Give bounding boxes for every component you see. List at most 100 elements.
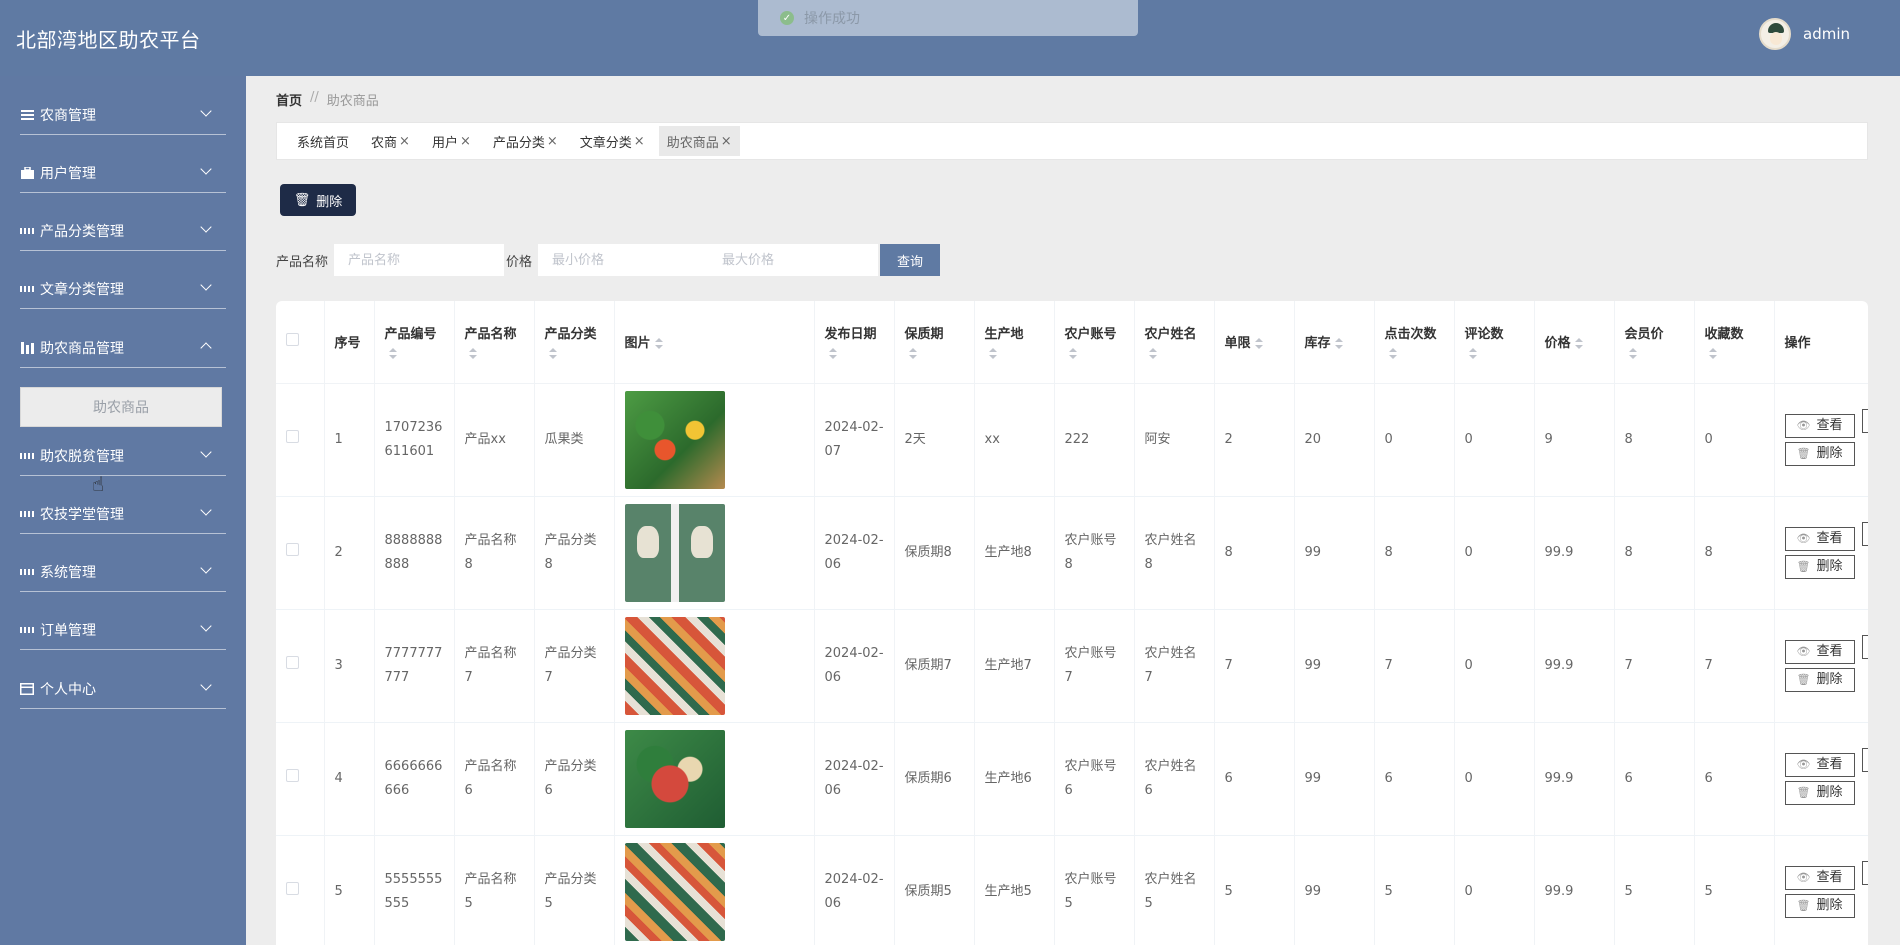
table-cell: 5555555555 xyxy=(374,835,455,945)
delete-button[interactable]: 🗑 删除 xyxy=(1784,554,1855,579)
sort-icon[interactable] xyxy=(388,348,397,360)
column-header[interactable]: 点击次数 xyxy=(1374,301,1455,384)
edit-button[interactable] xyxy=(1861,634,1868,659)
batch-delete-button[interactable]: 🗑 删除 xyxy=(280,184,356,216)
sidebar-item-poverty-relief[interactable]: 助农脱贫管理 xyxy=(20,436,226,476)
tab-farm-business[interactable]: 农商 × xyxy=(363,126,418,156)
column-header[interactable]: 会员价 xyxy=(1614,301,1695,384)
view-button[interactable]: 👁 查看 xyxy=(1784,752,1855,777)
product-name-input[interactable] xyxy=(334,244,505,276)
edit-button[interactable] xyxy=(1861,860,1868,885)
tab-products[interactable]: 助农商品 × xyxy=(658,126,740,156)
delete-button[interactable]: 🗑 删除 xyxy=(1784,893,1855,918)
column-header[interactable]: 单限 xyxy=(1214,301,1295,384)
column-header[interactable]: 评论数 xyxy=(1454,301,1535,384)
sidebar-item-product-category[interactable]: 产品分类管理 xyxy=(20,211,226,251)
product-image[interactable] xyxy=(624,390,725,489)
view-button[interactable]: 👁 查看 xyxy=(1784,526,1855,551)
sidebar-item-article-category[interactable]: 文章分类管理 xyxy=(20,269,226,309)
view-button[interactable]: 👁 查看 xyxy=(1784,413,1855,438)
edit-button[interactable] xyxy=(1861,408,1868,433)
column-header[interactable]: 产品编号 xyxy=(374,301,455,384)
sort-icon[interactable] xyxy=(1708,348,1717,360)
sidebar-item-users[interactable]: 用户管理 xyxy=(20,153,226,193)
delete-button[interactable]: 🗑 删除 xyxy=(1784,780,1855,805)
sidebar-subitem-products[interactable]: 助农商品 xyxy=(20,387,222,427)
row-checkbox[interactable] xyxy=(286,429,299,443)
sort-icon[interactable] xyxy=(1468,348,1477,360)
breadcrumb-home[interactable]: 首页 xyxy=(276,90,302,109)
row-checkbox[interactable] xyxy=(286,881,299,895)
table-cell: 5 xyxy=(1374,835,1455,945)
tab-article-category[interactable]: 文章分类 × xyxy=(572,126,653,156)
sort-icon[interactable] xyxy=(548,348,557,360)
sort-icon[interactable] xyxy=(1148,348,1157,360)
column-header[interactable]: 保质期 xyxy=(894,301,975,384)
product-image[interactable] xyxy=(624,729,725,828)
column-header[interactable]: 发布日期 xyxy=(814,301,895,384)
row-checkbox[interactable] xyxy=(286,655,299,669)
sidebar-item-products[interactable]: 助农商品管理 xyxy=(20,328,226,368)
table-row[interactable]: 2 8888888888 产品名称8 产品分类8 2024-02-06 保质期8 生产地8 农… xyxy=(276,496,1868,610)
table-row[interactable]: 5 5555555555 产品名称5 产品分类5 2024-02-06 保质期5 生产地5 农… xyxy=(276,835,1868,945)
tab-system-home[interactable]: 系统首页 xyxy=(289,126,357,156)
view-button[interactable]: 👁 查看 xyxy=(1784,865,1855,890)
edit-button[interactable] xyxy=(1861,747,1868,772)
actions-cell: 👁 查看 🗑 删除 xyxy=(1774,609,1868,723)
sort-icon[interactable] xyxy=(1628,348,1637,360)
chevron-up-icon xyxy=(200,342,212,354)
column-header[interactable]: 农户姓名 xyxy=(1134,301,1215,384)
sidebar-item-system[interactable]: 系统管理 xyxy=(20,552,226,592)
close-icon[interactable]: × xyxy=(547,134,558,149)
row-checkbox[interactable] xyxy=(286,542,299,556)
sidebar-item-agri-school[interactable]: 农技学堂管理 xyxy=(20,494,226,534)
sort-icon[interactable] xyxy=(1254,337,1263,350)
select-all-checkbox[interactable] xyxy=(286,333,299,347)
close-icon[interactable]: × xyxy=(721,134,732,149)
column-header[interactable]: 价格 xyxy=(1534,301,1615,384)
delete-button[interactable]: 🗑 删除 xyxy=(1784,667,1855,692)
column-header[interactable]: 农户账号 xyxy=(1054,301,1135,384)
sort-icon[interactable] xyxy=(988,348,997,360)
sidebar-item-profile[interactable]: 个人中心 xyxy=(20,669,226,709)
tab-product-category[interactable]: 产品分类 × xyxy=(485,126,566,156)
column-header[interactable]: 产品名称 xyxy=(454,301,535,384)
table-cell: 保质期5 xyxy=(894,835,975,945)
sort-icon[interactable] xyxy=(828,348,837,360)
close-icon[interactable]: × xyxy=(634,134,645,149)
product-image[interactable] xyxy=(624,616,725,715)
min-price-input[interactable] xyxy=(538,244,709,276)
table-row[interactable]: 4 6666666666 产品名称6 产品分类6 2024-02-06 保质期6 生产地6 农… xyxy=(276,722,1868,836)
user-area[interactable]: admin xyxy=(1759,18,1850,50)
table-row[interactable]: 1 1707236611601 产品xx 瓜果类 2024-02-07 2天 xx 222 阿安… xyxy=(276,383,1868,497)
sidebar-item-orders[interactable]: 订单管理 xyxy=(20,610,226,650)
query-button[interactable]: 查询 xyxy=(880,244,941,276)
sort-icon[interactable] xyxy=(1068,348,1077,360)
column-header[interactable]: 产品分类 xyxy=(534,301,615,384)
table-cell: 6666666666 xyxy=(374,722,455,836)
column-header[interactable]: 库存 xyxy=(1294,301,1375,384)
row-checkbox[interactable] xyxy=(286,768,299,782)
view-button[interactable]: 👁 查看 xyxy=(1784,639,1855,664)
product-image[interactable] xyxy=(624,842,725,941)
product-image[interactable] xyxy=(624,503,725,602)
sort-icon[interactable] xyxy=(908,348,917,360)
close-icon[interactable]: × xyxy=(460,134,471,149)
table-row[interactable]: 3 7777777777 产品名称7 产品分类7 2024-02-06 保质期7 生产地7 农… xyxy=(276,609,1868,723)
avatar[interactable] xyxy=(1759,18,1791,50)
column-header[interactable]: 图片 xyxy=(614,301,815,384)
sort-icon[interactable] xyxy=(654,337,663,350)
tab-users[interactable]: 用户 × xyxy=(424,126,479,156)
sort-icon[interactable] xyxy=(1574,337,1583,350)
sort-icon[interactable] xyxy=(1334,337,1343,350)
edit-button[interactable] xyxy=(1861,521,1868,546)
sort-icon[interactable] xyxy=(468,348,477,360)
delete-button[interactable]: 🗑 删除 xyxy=(1784,441,1855,466)
sort-icon[interactable] xyxy=(1388,348,1397,360)
sidebar-item-farm-business[interactable]: 农商管理 xyxy=(20,95,226,135)
column-header[interactable]: 生产地 xyxy=(974,301,1055,384)
column-header[interactable]: 收藏数 xyxy=(1694,301,1775,384)
close-icon[interactable]: × xyxy=(399,134,410,149)
username[interactable]: admin xyxy=(1803,25,1850,43)
max-price-input[interactable] xyxy=(708,244,879,276)
